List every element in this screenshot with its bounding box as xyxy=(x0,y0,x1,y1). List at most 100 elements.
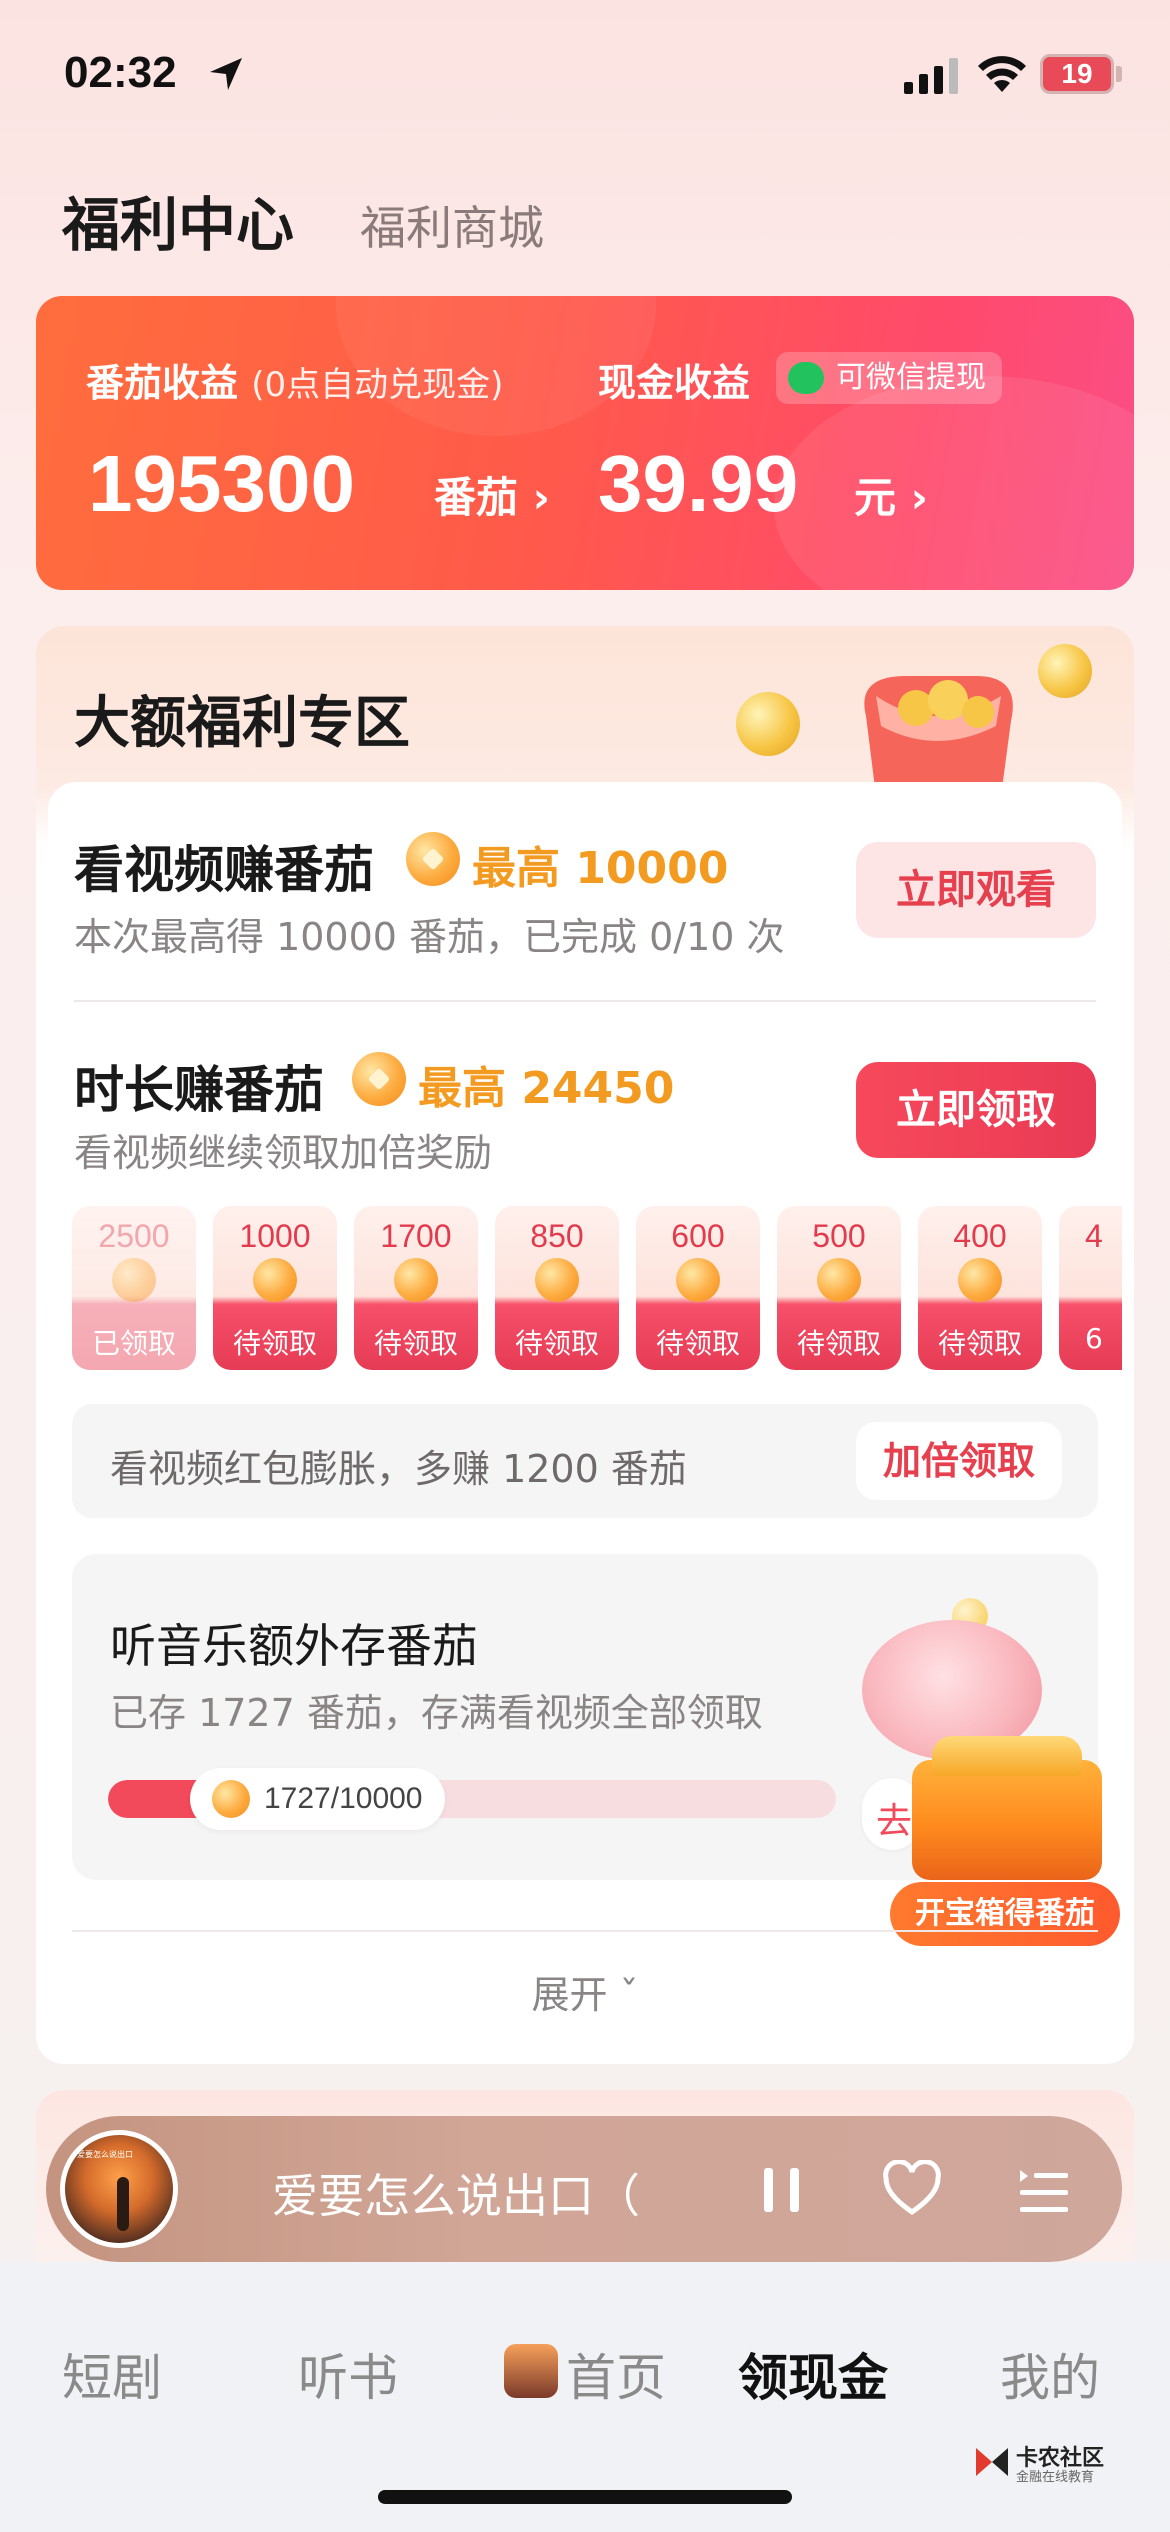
page-title[interactable]: 福利中心 xyxy=(62,178,294,262)
reward-card[interactable]: 850 待领取 xyxy=(495,1206,619,1370)
chevron-right-icon: › xyxy=(532,473,550,522)
divider xyxy=(74,1000,1096,1002)
divider xyxy=(72,1930,1098,1932)
open-chest-button[interactable]: 开宝箱得番茄 xyxy=(890,1882,1120,1946)
watch-now-button[interactable]: 立即观看 xyxy=(856,842,1096,938)
reward-status: 待领取 xyxy=(514,1327,599,1360)
reward-status: 待领取 xyxy=(232,1327,317,1360)
reward-amount: 2500 xyxy=(98,1218,170,1254)
double-reward-text: 看视频红包膨胀，多赚 1200 番茄 xyxy=(110,1447,687,1491)
album-art-text: 爱要怎么说出口 xyxy=(77,2150,133,2159)
tomato-coin-icon xyxy=(535,1258,579,1302)
tomato-label: 番茄收益 xyxy=(86,361,239,405)
reward-amount: 1000 xyxy=(239,1218,311,1254)
reward-card[interactable]: 500 待领取 xyxy=(777,1206,901,1370)
nav-home[interactable]: 首页 xyxy=(566,2338,666,2410)
watermark-logo-icon xyxy=(976,2448,1008,2476)
reward-amount: 400 xyxy=(953,1218,1007,1254)
status-bar: 02:32 19 xyxy=(0,0,1170,150)
tomato-coin-icon xyxy=(253,1258,297,1302)
chevron-right-icon: › xyxy=(910,473,928,522)
reward-card[interactable]: 1700 待领取 xyxy=(354,1206,478,1370)
reward-card[interactable]: 2500 已领取 xyxy=(72,1206,196,1370)
go-button-label: 去 xyxy=(876,1801,913,1842)
tomato-coin-icon xyxy=(394,1258,438,1302)
player-track-title[interactable]: 爱要怎么说出口（ xyxy=(272,2160,712,2226)
tomato-coin-icon xyxy=(352,1052,406,1106)
video-task-title: 看视频赚番茄 xyxy=(74,841,374,899)
tomato-coin-icon xyxy=(676,1258,720,1302)
tomato-coin-icon xyxy=(958,1258,1002,1302)
music-task-desc: 已存 1727 番茄，存满看视频全部领取 xyxy=(110,1691,763,1735)
nav-audiobook[interactable]: 听书 xyxy=(298,2338,398,2410)
reward-status: 6 xyxy=(1085,1322,1103,1355)
reward-amount: 850 xyxy=(530,1218,584,1254)
reward-amount: 4 xyxy=(1085,1218,1103,1254)
reward-amount: 1700 xyxy=(380,1218,452,1254)
reward-status: 已领取 xyxy=(91,1327,176,1360)
battery-icon: 19 xyxy=(1040,54,1114,94)
heart-icon[interactable] xyxy=(882,2160,942,2220)
nav-get-cash[interactable]: 领现金 xyxy=(738,2338,888,2410)
reward-status: 待领取 xyxy=(937,1327,1022,1360)
tomato-coin-icon xyxy=(112,1258,156,1302)
reward-card[interactable]: 400 待领取 xyxy=(918,1206,1042,1370)
treasure-chest-icon[interactable] xyxy=(912,1736,1102,1880)
reward-status: 待领取 xyxy=(373,1327,458,1360)
duration-task-desc: 看视频继续领取加倍奖励 xyxy=(74,1131,493,1175)
reward-strip[interactable]: 2500 已领取 1000 待领取 1700 待领取 850 待领取 600 待领取 50… xyxy=(72,1206,1122,1370)
reward-card[interactable]: 600 待领取 xyxy=(636,1206,760,1370)
video-task-max: 最高 10000 xyxy=(472,843,729,894)
tomato-value[interactable]: 195300 xyxy=(88,438,355,530)
reward-card[interactable]: 46 xyxy=(1059,1206,1122,1370)
reward-amount: 500 xyxy=(812,1218,866,1254)
tomato-note: (0点自动兑现金) xyxy=(251,365,504,405)
reward-card[interactable]: 1000 待领取 xyxy=(213,1206,337,1370)
savings-progress-pill: 1727/10000 xyxy=(190,1768,445,1830)
battery-tip xyxy=(1116,66,1122,82)
home-indicator xyxy=(378,2490,792,2504)
expand-button[interactable]: 展开 ˇ xyxy=(0,1964,1170,2019)
album-art-figure xyxy=(117,2177,129,2231)
wifi-icon xyxy=(978,56,1026,92)
gold-coin-icon xyxy=(1038,644,1092,698)
nav-profile[interactable]: 我的 xyxy=(1000,2338,1100,2410)
wechat-withdraw-badge: 可微信提现 xyxy=(776,352,1002,404)
double-claim-button[interactable]: 加倍领取 xyxy=(856,1422,1062,1500)
cash-unit-link[interactable]: 元 › xyxy=(854,464,928,525)
claim-now-button[interactable]: 立即领取 xyxy=(856,1062,1096,1158)
gold-coin-icon xyxy=(736,692,800,756)
tab-welfare-mall[interactable]: 福利商城 xyxy=(360,192,544,258)
earnings-card: 番茄收益 (0点自动兑现金) 现金收益 可微信提现 195300 番茄 › 39… xyxy=(36,296,1134,590)
duration-task-title: 时长赚番茄 xyxy=(74,1061,324,1119)
double-reward-bar: 看视频红包膨胀，多赚 1200 番茄 加倍领取 xyxy=(72,1404,1098,1518)
watermark-line2: 金融在线教育 xyxy=(1016,2470,1095,2485)
playlist-icon[interactable] xyxy=(1014,2160,1074,2220)
tomato-unit-link[interactable]: 番茄 › xyxy=(434,464,550,525)
savings-progress-text: 1727/10000 xyxy=(264,1782,423,1815)
tomato-coin-icon xyxy=(212,1780,250,1818)
nav-short-drama[interactable]: 短剧 xyxy=(62,2338,162,2410)
wechat-icon xyxy=(788,362,824,394)
cash-earnings-label: 现金收益 xyxy=(598,361,751,405)
welfare-title: 大额福利专区 xyxy=(74,691,410,756)
album-art[interactable]: 爱要怎么说出口 xyxy=(60,2130,178,2248)
cellular-signal-icon xyxy=(904,58,958,94)
tomato-earnings-label: 番茄收益 (0点自动兑现金) xyxy=(86,352,503,407)
card-decoration xyxy=(774,376,1134,590)
wechat-badge-text: 可微信提现 xyxy=(836,360,986,395)
cash-unit: 元 xyxy=(854,473,897,522)
home-icon[interactable] xyxy=(504,2344,558,2398)
cash-value[interactable]: 39.99 xyxy=(598,438,798,530)
status-time: 02:32 xyxy=(64,48,177,97)
tomato-coin-icon xyxy=(406,832,460,886)
battery-level: 19 xyxy=(1061,58,1093,89)
mini-player[interactable]: 爱要怎么说出口 爱要怎么说出口（ xyxy=(46,2116,1122,2262)
video-task-desc: 本次最高得 10000 番茄，已完成 0/10 次 xyxy=(74,915,785,959)
tomato-coin-icon xyxy=(817,1258,861,1302)
pause-icon[interactable] xyxy=(752,2160,812,2220)
reward-status: 待领取 xyxy=(655,1327,740,1360)
duration-task-max: 最高 24450 xyxy=(418,1063,675,1114)
reward-status: 待领取 xyxy=(796,1327,881,1360)
watermark: 卡农社区 金融在线教育 xyxy=(972,2438,1122,2488)
